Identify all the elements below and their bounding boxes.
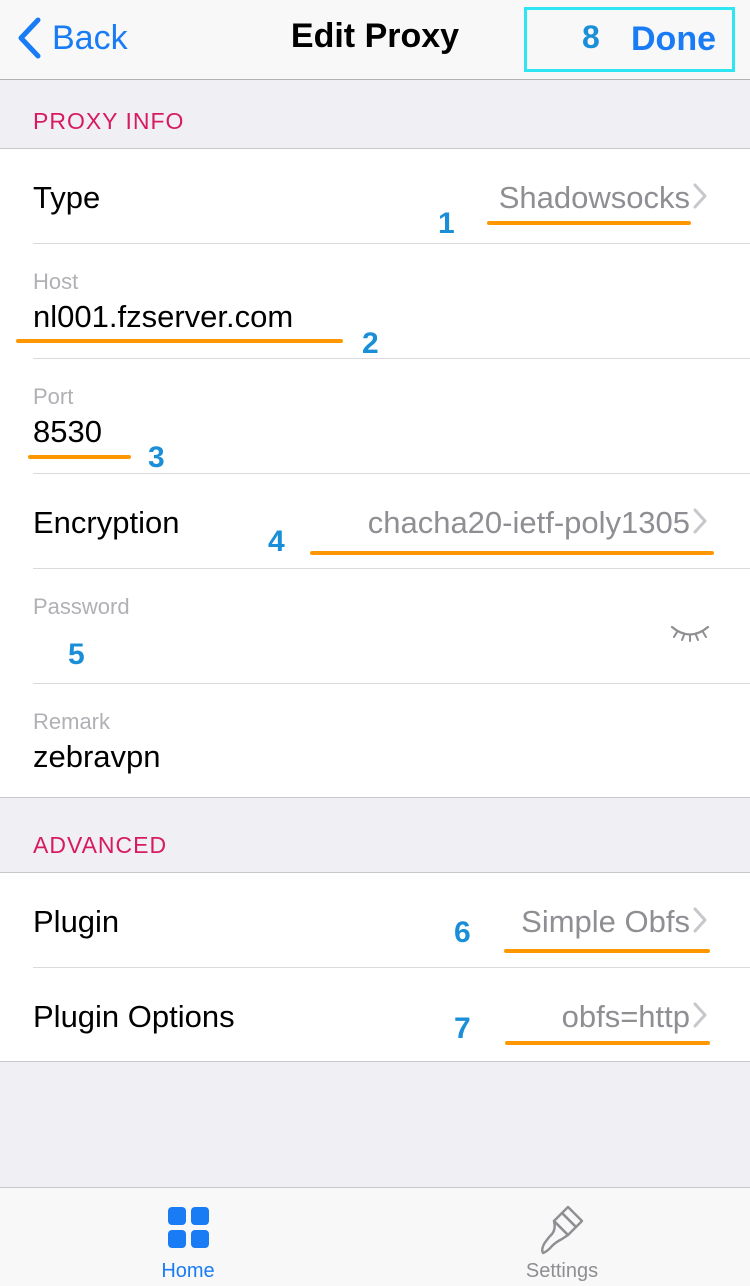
annotation-number: 6 [454, 916, 471, 949]
grid-icon [168, 1207, 209, 1248]
remark-row: Remark [0, 683, 750, 797]
annotation-underline [505, 1041, 710, 1045]
port-input[interactable] [33, 414, 633, 450]
plugin-label: Plugin [33, 904, 120, 939]
annotation-number: 2 [362, 327, 379, 360]
chevron-right-icon [693, 1002, 707, 1028]
encryption-label: Encryption [33, 505, 180, 540]
paintbrush-icon [541, 1205, 584, 1255]
annotation-underline [16, 339, 343, 343]
tab-bar: Home Settings [0, 1187, 750, 1286]
eye-closed-icon[interactable] [669, 622, 711, 644]
remark-label: Remark [33, 709, 111, 734]
navigation-bar: Back Edit Proxy 8 Done [0, 0, 750, 80]
remark-input[interactable] [33, 739, 633, 775]
password-input[interactable] [33, 624, 633, 660]
type-label: Type [33, 180, 101, 215]
proxy-info-group: Type Shadowsocks 1 Host 2 Port 3 Encrypt… [0, 148, 750, 798]
host-row: Host 2 [0, 243, 750, 360]
section-header-advanced: ADVANCED [33, 832, 168, 858]
back-label: Back [52, 18, 128, 57]
annotation-number: 1 [438, 207, 455, 240]
annotation-number: 3 [148, 441, 165, 474]
host-label: Host [33, 269, 79, 294]
annotation-underline [28, 455, 131, 459]
annotation-underline [504, 949, 710, 953]
section-header-proxy-info: PROXY INFO [33, 108, 185, 134]
encryption-value: chacha20-ietf-poly1305 [367, 505, 690, 540]
advanced-group: Plugin Simple Obfs 6 Plugin Options obfs… [0, 872, 750, 1062]
annotation-underline [310, 551, 714, 555]
tab-home-label: Home [161, 1260, 215, 1282]
done-button[interactable]: Done [631, 20, 716, 59]
chevron-right-icon [693, 907, 707, 933]
annotation-number: 4 [268, 525, 285, 558]
back-button[interactable]: Back [16, 14, 128, 62]
plugin-options-value: obfs=http [561, 999, 690, 1034]
plugin-value: Simple Obfs [521, 904, 690, 939]
plugin-options-row[interactable]: Plugin Options obfs=http 7 [0, 967, 750, 1061]
port-row: Port 3 [0, 358, 750, 474]
type-value: Shadowsocks [498, 180, 690, 215]
plugin-options-label: Plugin Options [33, 999, 235, 1034]
password-row: Password 5 [0, 568, 750, 683]
chevron-left-icon [18, 17, 41, 59]
annotation-number: 8 [582, 19, 600, 55]
type-row[interactable]: Type Shadowsocks 1 [0, 149, 750, 243]
annotation-underline [487, 221, 691, 225]
tab-settings-label: Settings [525, 1260, 599, 1282]
done-highlight-box: 8 Done [524, 7, 735, 72]
annotation-number: 5 [68, 638, 85, 671]
annotation-number: 7 [454, 1012, 471, 1045]
host-input[interactable] [33, 299, 633, 335]
tab-settings[interactable]: Settings [462, 1188, 662, 1286]
port-label: Port [33, 384, 74, 409]
chevron-right-icon [693, 508, 707, 534]
plugin-row[interactable]: Plugin Simple Obfs 6 [0, 873, 750, 967]
password-label: Password [33, 594, 130, 619]
chevron-right-icon [693, 183, 707, 209]
tab-home[interactable]: Home [88, 1188, 288, 1286]
encryption-row[interactable]: Encryption chacha20-ietf-poly1305 4 [0, 473, 750, 568]
